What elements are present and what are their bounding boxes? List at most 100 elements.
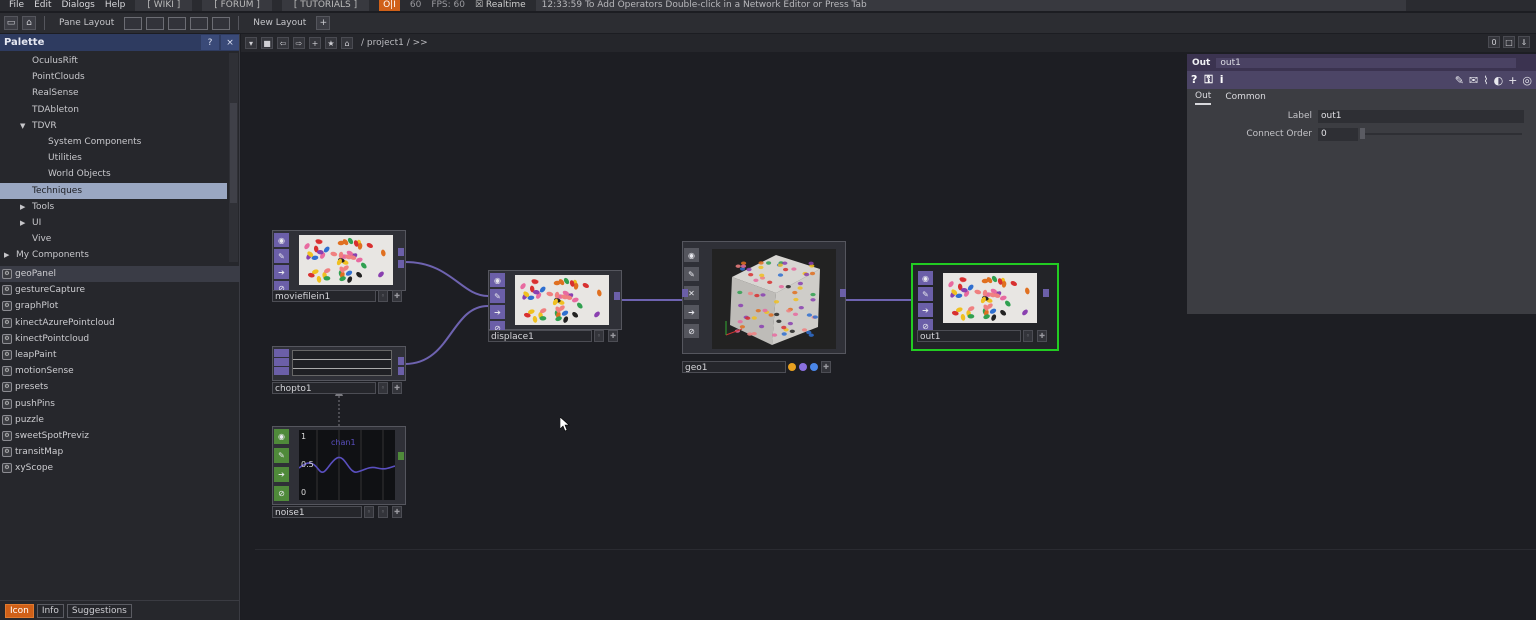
component-list-item[interactable]: ⚙ kinectPointcloud (0, 331, 240, 347)
connect-order-slider[interactable] (1360, 128, 1522, 139)
comment-icon[interactable]: ✉ (1469, 74, 1478, 87)
component-list-item[interactable]: ⚙ pushPins (0, 396, 240, 412)
param-connect-order-field[interactable]: 0 (1318, 127, 1358, 141)
palette-close-button[interactable]: × (221, 35, 239, 50)
window-icon[interactable]: ▭ (4, 16, 18, 30)
pencil-icon[interactable]: ✎ (490, 289, 505, 303)
viewer-icon[interactable]: ◉ (274, 429, 289, 444)
display-flag[interactable]: ◦ (378, 290, 388, 302)
output-connector[interactable] (614, 292, 620, 300)
menu-dialogs[interactable]: Dialogs (62, 0, 95, 11)
tutorials-link[interactable]: [ TUTORIALS ] (281, 0, 370, 11)
expand-right-icon[interactable]: ▶ (20, 215, 25, 231)
target-icon[interactable]: ◎ (1522, 74, 1532, 87)
palette-tree-item[interactable]: TDAbleton (0, 102, 227, 118)
palette-tree-item[interactable]: PointClouds (0, 69, 227, 85)
display-flag[interactable]: ◦ (1023, 330, 1033, 342)
output-connector[interactable] (840, 289, 846, 297)
component-list-item[interactable]: ⚙ kinectAzurePointcloud (0, 315, 240, 331)
component-list-item[interactable]: ⚙ transitMap (0, 444, 240, 460)
purple-flag[interactable] (799, 363, 807, 371)
arrow-icon[interactable]: ➔ (274, 265, 289, 279)
component-list-item[interactable]: ⚙ leapPaint (0, 347, 240, 363)
output-connector[interactable] (398, 357, 404, 365)
fps-target[interactable]: 60 (410, 0, 421, 11)
node-name-label[interactable]: moviefilein1 (272, 290, 376, 302)
viewer-icon[interactable] (274, 349, 289, 357)
forum-link[interactable]: [ FORUM ] (202, 0, 272, 11)
viewer-icon[interactable]: ◉ (490, 273, 505, 287)
pencil-icon[interactable] (274, 358, 289, 366)
tab-suggestions[interactable]: Suggestions (66, 603, 132, 618)
bypass-icon[interactable]: ⊘ (684, 324, 699, 338)
blue-flag[interactable] (810, 363, 818, 371)
output-connector[interactable] (398, 260, 404, 268)
palette-tree-item[interactable]: Vive (0, 231, 227, 247)
node-name-label[interactable]: noise1 (272, 506, 362, 518)
tab-info[interactable]: Info (36, 603, 64, 618)
slider-handle[interactable] (1360, 128, 1365, 139)
python-help-icon[interactable]: ⚿ (1204, 73, 1212, 87)
new-layout-add-button[interactable]: + (316, 16, 331, 30)
lock-flag[interactable]: ◦ (364, 506, 374, 518)
bypass-icon[interactable]: ⊘ (274, 486, 289, 501)
render-flag[interactable]: ✚ (821, 361, 831, 373)
menu-help[interactable]: Help (105, 0, 126, 11)
pencil-icon[interactable]: ✎ (274, 249, 289, 263)
palette-tree-item[interactable]: ▼ TDVR (0, 118, 227, 134)
palette-tree-item[interactable]: Utilities (0, 150, 227, 166)
component-list-item[interactable]: ⚙ puzzle (0, 412, 240, 428)
layout-split-vertical-button[interactable] (146, 16, 165, 30)
component-list-item[interactable]: ⚙ presets (0, 379, 240, 395)
tag-icon[interactable]: ⌇ (1483, 74, 1488, 87)
help-icon[interactable]: ? (1191, 73, 1197, 87)
output-connector[interactable] (398, 452, 404, 460)
component-list-item[interactable]: ⚙ graphPlot (0, 298, 240, 314)
edit-icon[interactable]: ✎ (1455, 74, 1464, 87)
arrow-icon[interactable]: ➔ (490, 305, 505, 319)
palette-tree-item[interactable]: System Components (0, 134, 227, 150)
wire-chopto-to-displace[interactable] (404, 305, 489, 365)
expand-down-icon[interactable]: ▼ (20, 118, 25, 134)
arrow-icon[interactable]: ➔ (274, 467, 289, 482)
component-list-item[interactable]: ⚙ motionSense (0, 363, 240, 379)
info-icon[interactable]: i (1220, 73, 1224, 87)
component-list-item[interactable]: ⚙ gestureCapture (0, 282, 240, 298)
viewer-icon[interactable]: ◉ (684, 248, 699, 262)
component-list-item[interactable]: ⚙ xyScope (0, 460, 240, 476)
param-label-field[interactable]: out1 (1318, 109, 1524, 123)
tab-out[interactable]: Out (1195, 91, 1212, 105)
operator-name-field[interactable]: out1 (1216, 57, 1517, 68)
pencil-icon[interactable]: ✎ (274, 448, 289, 463)
input-connector[interactable] (682, 289, 688, 297)
tab-common[interactable]: Common (1225, 92, 1266, 104)
layout-quad-button[interactable] (212, 16, 231, 30)
layout-three-button[interactable] (190, 16, 209, 30)
node-name-label[interactable]: out1 (917, 330, 1021, 342)
layout-split-horizontal-button[interactable] (168, 16, 187, 30)
menu-file[interactable]: File (9, 0, 24, 11)
orange-flag[interactable] (788, 363, 796, 371)
palette-tree-scrollbar[interactable] (229, 53, 238, 262)
palette-tree-item[interactable]: Techniques (0, 182, 227, 199)
home-icon[interactable]: ⌂ (22, 16, 36, 30)
node-name-label[interactable]: displace1 (488, 330, 592, 342)
output-connector[interactable] (398, 367, 404, 375)
component-list-item[interactable]: ⚙ geoPanel (0, 266, 240, 283)
viewer-icon[interactable]: ◉ (274, 233, 289, 247)
pencil-icon[interactable]: ✎ (918, 287, 933, 301)
display-flag[interactable]: ◦ (378, 506, 388, 518)
wire-moviefilein-to-displace[interactable] (404, 261, 489, 297)
oi-toggle-button[interactable]: O|I (379, 0, 400, 11)
render-flag[interactable]: ✚ (608, 330, 618, 342)
menu-edit[interactable]: Edit (34, 0, 51, 11)
render-flag[interactable]: ✚ (392, 290, 402, 302)
node-name-label[interactable]: chopto1 (272, 382, 376, 394)
arrow-icon[interactable] (274, 367, 289, 375)
output-connector[interactable] (398, 248, 404, 256)
palette-tree-item[interactable]: ▶ My Components (0, 247, 227, 263)
add-icon[interactable]: + (1508, 74, 1517, 87)
palette-help-button[interactable]: ? (201, 35, 219, 50)
palette-tree-item[interactable]: ▶ Tools (0, 199, 227, 215)
output-connector[interactable] (1043, 289, 1049, 297)
